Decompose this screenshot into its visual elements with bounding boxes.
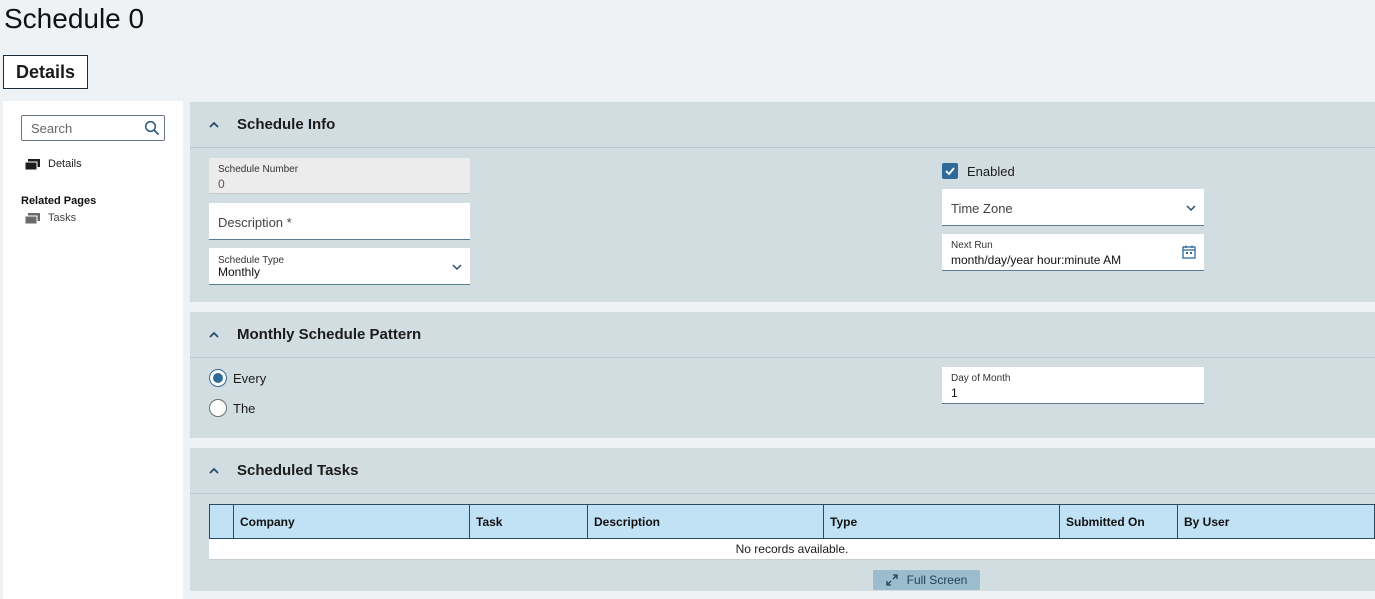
search-icon[interactable] — [144, 120, 160, 136]
section-title: Monthly Schedule Pattern — [237, 326, 422, 343]
description-field[interactable]: Description * — [209, 203, 470, 240]
column-task[interactable]: Task — [470, 505, 588, 538]
chevron-up-icon[interactable] — [207, 328, 221, 342]
column-submitted-on[interactable]: Submitted On — [1060, 505, 1178, 538]
field-label: Day of Month — [951, 373, 1011, 384]
schedule-info-section: Schedule Info Schedule Number 0 Descript… — [190, 102, 1375, 302]
radio-button[interactable] — [209, 399, 227, 417]
chevron-down-icon — [1186, 205, 1196, 212]
field-label: Schedule Number — [218, 164, 299, 175]
column-description[interactable]: Description — [588, 505, 824, 538]
schedule-type-select[interactable]: Schedule Type Monthly — [209, 248, 470, 285]
full-screen-button[interactable]: Full Screen — [873, 570, 980, 590]
pages-icon — [25, 212, 40, 224]
section-title: Scheduled Tasks — [237, 462, 359, 479]
section-title: Schedule Info — [237, 116, 336, 133]
nav-item-label: Tasks — [48, 212, 77, 224]
radio-the[interactable]: The — [209, 399, 255, 417]
empty-message: No records available. — [209, 539, 1375, 560]
field-value: month/day/year hour:minute AM — [951, 253, 1122, 267]
radio-label: The — [233, 400, 256, 416]
grid-header: Company Task Description Type Submitted … — [209, 504, 1375, 539]
section-header[interactable]: Schedule Info — [190, 102, 1375, 148]
column-type[interactable]: Type — [824, 505, 1060, 538]
left-nav: Details Related Pages Tasks — [3, 101, 183, 599]
nav-item-label: Details — [48, 158, 82, 170]
day-of-month-field[interactable]: Day of Month 1 — [942, 367, 1204, 404]
checkmark-icon — [945, 167, 955, 176]
scheduled-tasks-section: Scheduled Tasks Company Task Description… — [190, 448, 1375, 591]
related-pages-heading: Related Pages — [21, 195, 97, 207]
radio-every[interactable]: Every — [209, 369, 266, 387]
next-run-field[interactable]: Next Run month/day/year hour:minute AM — [942, 234, 1204, 271]
tasks-grid: Company Task Description Type Submitted … — [209, 504, 1375, 560]
chevron-up-icon[interactable] — [207, 118, 221, 132]
radio-button[interactable] — [209, 369, 227, 387]
calendar-icon[interactable] — [1182, 245, 1196, 259]
field-value: 0 — [218, 177, 225, 191]
tab-details[interactable]: Details — [3, 55, 88, 89]
expand-icon — [885, 574, 898, 586]
field-label: Description * — [218, 215, 292, 230]
chevron-down-icon — [452, 264, 462, 271]
page-title: Schedule 0 — [4, 3, 145, 34]
section-header[interactable]: Scheduled Tasks — [190, 448, 1375, 494]
enabled-checkbox-row[interactable]: Enabled — [942, 163, 1015, 179]
column-company[interactable]: Company — [234, 505, 470, 538]
nav-item-tasks[interactable]: Tasks — [25, 212, 76, 224]
enabled-checkbox[interactable] — [942, 163, 958, 179]
pages-icon — [25, 158, 40, 170]
field-value: 1 — [951, 386, 958, 400]
radio-label: Every — [233, 370, 267, 386]
section-header[interactable]: Monthly Schedule Pattern — [190, 312, 1375, 358]
field-value: Monthly — [218, 265, 261, 279]
field-label: Time Zone — [951, 201, 1013, 216]
field-label: Next Run — [951, 240, 993, 251]
search-box[interactable] — [21, 115, 165, 141]
button-label: Full Screen — [906, 573, 968, 587]
select-column[interactable] — [210, 505, 234, 538]
checkbox-label: Enabled — [967, 163, 1015, 179]
schedule-number-field: Schedule Number 0 — [209, 158, 470, 194]
radio-dot — [213, 373, 223, 383]
nav-item-details[interactable]: Details — [25, 158, 82, 170]
monthly-pattern-section: Monthly Schedule Pattern Every The Day o… — [190, 312, 1375, 438]
time-zone-select[interactable]: Time Zone — [942, 189, 1204, 226]
chevron-up-icon[interactable] — [207, 464, 221, 478]
search-input[interactable] — [22, 116, 140, 140]
column-by-user[interactable]: By User — [1178, 505, 1374, 538]
